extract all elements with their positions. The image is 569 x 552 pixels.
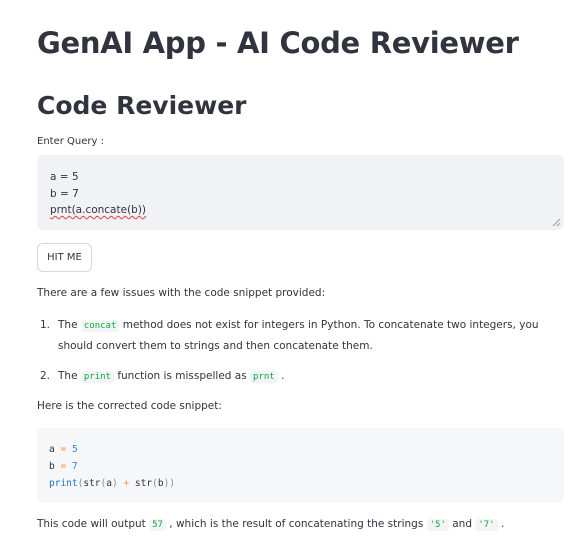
corrected-label: Here is the corrected code snippet: [37, 400, 222, 412]
section-title: Code Reviewer [37, 91, 247, 120]
issue-text-part: method does not exist for integers in Py… [58, 319, 539, 352]
query-line: a = 5 [50, 171, 79, 183]
issue-number: 1. [40, 319, 51, 331]
app-title: GenAI App - AI Code Reviewer [37, 26, 519, 60]
inline-code: prnt [250, 371, 278, 383]
issue-text: The concat method does not exist for int… [58, 315, 557, 356]
inline-code: '7' [475, 519, 498, 531]
query-line: b = 7 [50, 187, 79, 200]
output-text: This code will output 57 , which is the … [37, 518, 505, 531]
inline-code: '5' [426, 519, 449, 531]
output-text-part: , which is the result of concatenating t… [169, 518, 424, 530]
output-text-part: and [452, 518, 473, 530]
resize-handle-icon[interactable] [552, 218, 561, 227]
response-intro: There are a few issues with the code sni… [37, 287, 326, 299]
query-textarea[interactable]: a = 5 b = 7 prnt(a.concate(b)) [37, 155, 564, 230]
issue-item: 1. The concat method does not exist for … [37, 315, 557, 356]
issue-text-part: The [58, 370, 78, 382]
code-line: print(str(a) + str(b)) [49, 478, 176, 489]
hit-me-button[interactable]: HIT ME [37, 243, 92, 272]
issue-text-part: The [58, 319, 78, 331]
code-block: a = 5 b = 7 print(str(a) + str(b)) [37, 428, 564, 503]
output-text-part: This code will output [37, 518, 146, 530]
output-text-part: . [500, 518, 505, 530]
query-label: Enter Query : [37, 136, 104, 147]
code-line: b = 7 [49, 461, 78, 472]
inline-code: print [80, 371, 114, 383]
inline-code: 57 [149, 519, 166, 531]
code-line: a = 5 [49, 444, 78, 455]
issue-text: The print function is misspelled as prnt… [58, 366, 557, 387]
inline-code: concat [80, 320, 120, 332]
issue-text-part: . [281, 370, 285, 382]
issue-item: 2. The print function is misspelled as p… [37, 366, 557, 387]
query-line-misspelled: prnt(a.concate(b)) [50, 204, 147, 216]
issue-number: 2. [40, 370, 51, 382]
issue-text-part: function is misspelled as [117, 370, 247, 382]
